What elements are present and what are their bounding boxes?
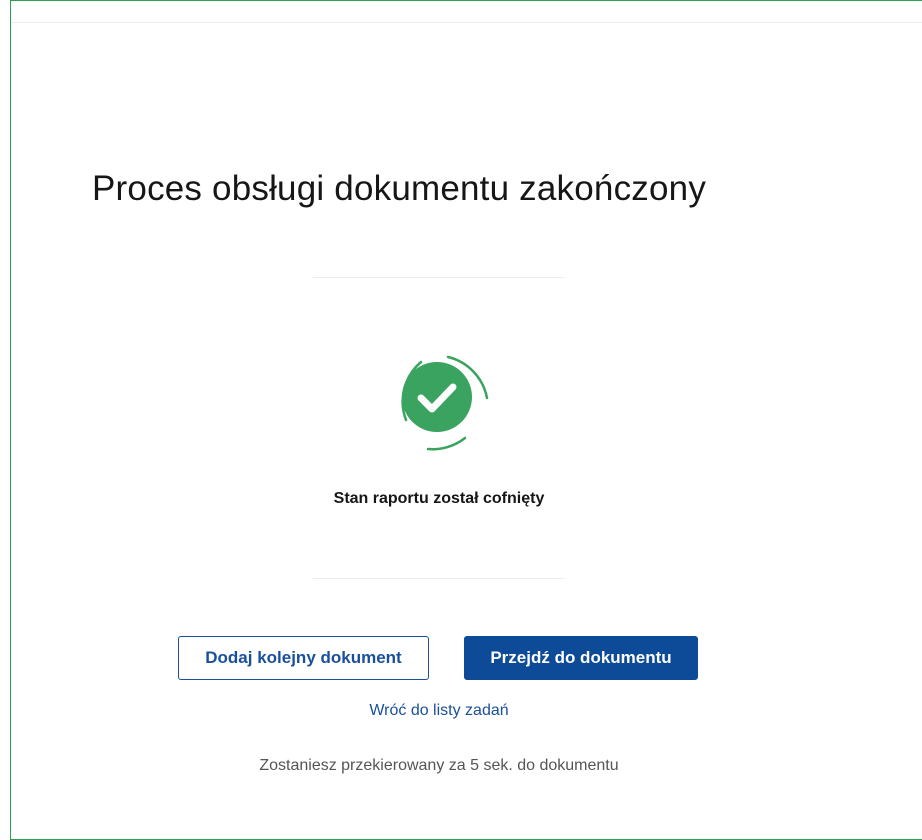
go-to-document-button[interactable]: Przejdź do dokumentu xyxy=(464,636,698,680)
section-divider-top xyxy=(313,277,564,278)
page-title: Proces obsługi dokumentu zakończony xyxy=(92,169,707,208)
check-circle-icon xyxy=(380,340,494,454)
back-to-task-list-link[interactable]: Wróć do listy zadań xyxy=(0,702,878,720)
add-next-document-button[interactable]: Dodaj kolejny dokument xyxy=(178,636,429,680)
redirect-countdown-note: Zostaniesz przekierowany za 5 sek. do do… xyxy=(259,757,619,774)
section-divider-bottom xyxy=(313,578,564,579)
status-message: Stan raportu został cofnięty xyxy=(333,490,545,507)
top-divider xyxy=(11,22,922,23)
